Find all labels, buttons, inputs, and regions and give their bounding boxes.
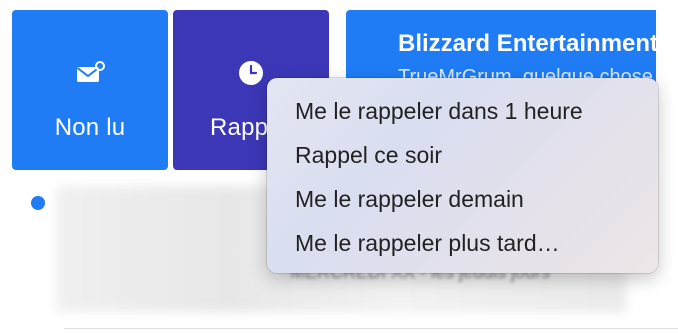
unread-indicator bbox=[31, 196, 45, 210]
list-divider bbox=[64, 328, 678, 329]
menu-item-remind-tomorrow[interactable]: Me le rappeler demain bbox=[295, 186, 524, 213]
menu-item-remind-later[interactable]: Me le rappeler plus tard… bbox=[295, 230, 560, 257]
message-sender: Blizzard Entertainment bbox=[398, 30, 656, 57]
reminder-menu: Me le rappeler dans 1 heure Rappel ce so… bbox=[267, 78, 658, 273]
menu-item-remind-1-hour[interactable]: Me le rappeler dans 1 heure bbox=[295, 98, 583, 125]
mark-unread-button[interactable]: Non lu bbox=[12, 10, 168, 170]
envelope-badge-icon bbox=[74, 60, 106, 86]
menu-item-remind-tonight[interactable]: Rappel ce soir bbox=[295, 142, 442, 169]
clock-icon bbox=[238, 60, 264, 86]
mark-unread-label: Non lu bbox=[54, 114, 126, 141]
